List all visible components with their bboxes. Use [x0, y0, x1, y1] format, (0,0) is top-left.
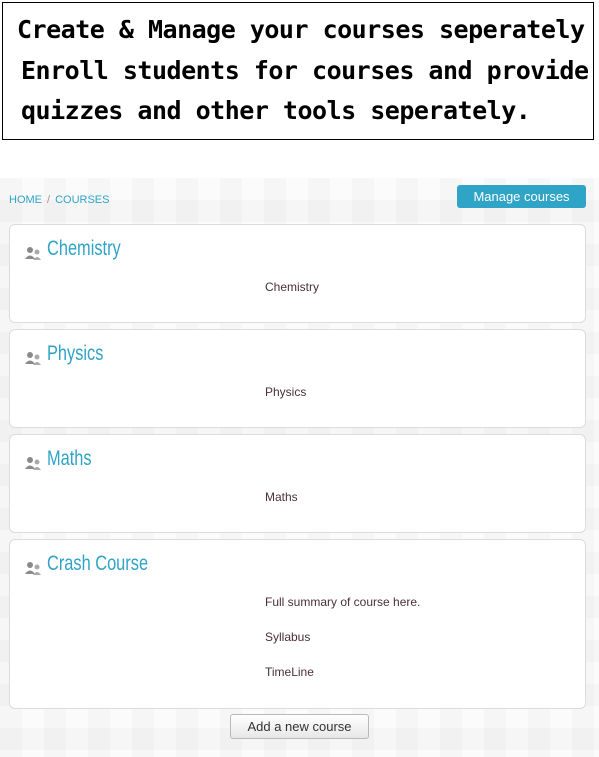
- banner-line-3: quizzes and other tools seperately.: [21, 96, 531, 125]
- course-people-icon: [25, 457, 41, 470]
- manage-courses-button[interactable]: Manage courses: [457, 185, 586, 208]
- breadcrumb: HOME / COURSES: [9, 194, 109, 206]
- course-summary-text: Physics: [265, 385, 307, 399]
- course-people-icon: [25, 352, 41, 365]
- course-title-link[interactable]: Crash Course: [47, 552, 148, 576]
- course-timeline-text: TimeLine: [265, 665, 314, 679]
- course-summary-text: Maths: [265, 490, 298, 504]
- course-box-maths: Maths Maths: [9, 434, 586, 533]
- breadcrumb-home-link[interactable]: HOME: [9, 194, 42, 206]
- banner-line-1: Create & Manage your courses seperately: [17, 15, 585, 44]
- course-title-link[interactable]: Maths: [47, 447, 92, 471]
- banner-line-2: Enroll students for courses and provide: [21, 56, 589, 85]
- promo-banner: Create & Manage your courses seperately …: [2, 2, 594, 140]
- breadcrumb-courses-link[interactable]: COURSES: [55, 194, 109, 206]
- course-title-link[interactable]: Chemistry: [47, 237, 121, 261]
- course-people-icon: [25, 247, 41, 260]
- course-box-chemistry: Chemistry Chemistry: [9, 224, 586, 323]
- course-box-crash-course: Crash Course Full summary of course here…: [9, 539, 586, 709]
- course-summary-text: Full summary of course here.: [265, 595, 421, 609]
- course-list-page: HOME / COURSES Manage courses Chemistry Ch…: [0, 178, 599, 757]
- add-new-course-button[interactable]: Add a new course: [230, 714, 369, 739]
- breadcrumb-separator: /: [47, 194, 51, 206]
- course-title-link[interactable]: Physics: [47, 342, 103, 366]
- course-box-physics: Physics Physics: [9, 329, 586, 428]
- course-summary-text: Chemistry: [265, 280, 320, 294]
- course-syllabus-text: Syllabus: [265, 630, 311, 644]
- course-people-icon: [25, 562, 41, 575]
